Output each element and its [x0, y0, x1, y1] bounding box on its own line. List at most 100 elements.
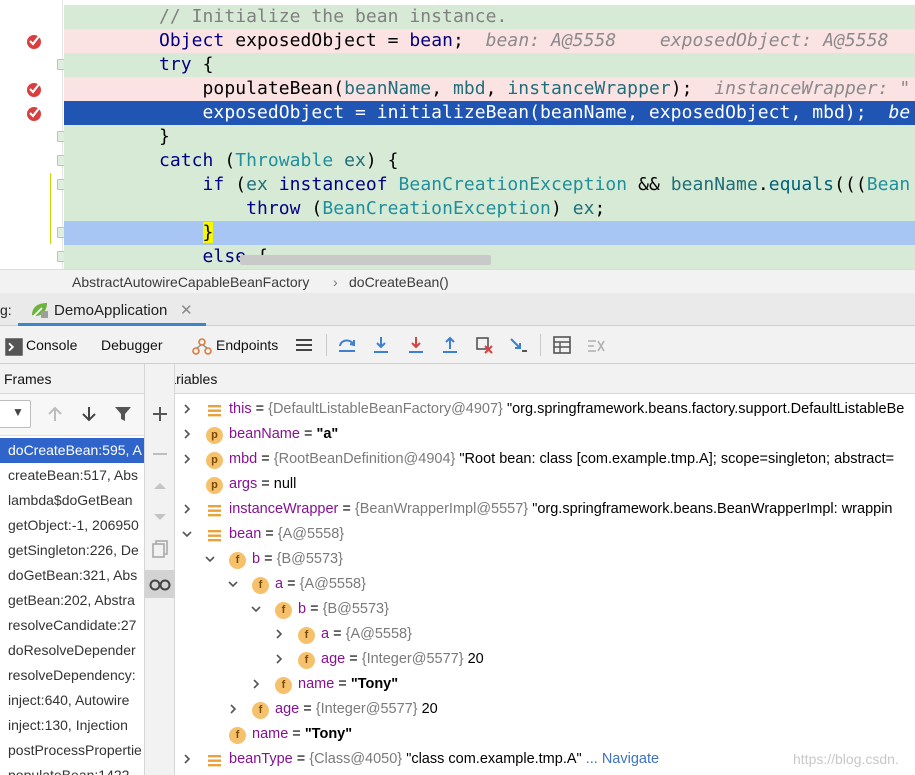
breadcrumb-method[interactable]: doCreateBean() [349, 274, 449, 290]
code-line[interactable]: Object exposedObject = bean; bean: A@555… [0, 29, 915, 53]
frame-item[interactable]: getObject:-1, 206950 [0, 513, 144, 538]
frame-item[interactable]: doResolveDepender [0, 638, 144, 663]
frame-item[interactable]: doCreateBean:595, A [0, 438, 144, 463]
variable-row[interactable]: f age = {Integer@5577} 20 [175, 698, 915, 723]
chevron-right-icon[interactable] [273, 653, 285, 665]
code-line[interactable]: throw (BeanCreationException) ex; [0, 197, 915, 221]
chevron-right-icon[interactable] [181, 453, 193, 465]
tab-debugger[interactable]: Debugger [86, 326, 178, 364]
thread-dropdown[interactable]: ▼ [0, 400, 31, 428]
tab-console[interactable]: Console [0, 326, 86, 364]
frame-item[interactable]: getBean:202, Abstra [0, 588, 144, 613]
remove-watch-icon[interactable] [150, 444, 170, 464]
variable-row[interactable]: fb = {B@5573} [175, 548, 915, 573]
variable-row[interactable]: instanceWrapper = {BeanWrapperImpl@5557}… [175, 498, 915, 523]
evaluate-expression-icon[interactable] [552, 335, 572, 355]
variable-row[interactable]: fa = {A@5558} [175, 623, 915, 648]
frame-item[interactable]: resolveCandidate:27 [0, 613, 144, 638]
code-line-text: exposedObject = initializeBean(beanName,… [159, 102, 911, 124]
code-line-text: Object exposedObject = bean; bean: A@555… [159, 30, 888, 52]
tab-endpoints[interactable]: Endpoints [185, 326, 285, 364]
variable-equals: = [329, 626, 346, 642]
chevron-right-icon[interactable] [227, 703, 239, 715]
variable-row[interactable]: fa = {A@5558} [175, 573, 915, 598]
chevron-right-icon[interactable] [273, 628, 285, 640]
step-over-icon[interactable] [337, 335, 357, 355]
variable-row[interactable]: f name = "Tony" [175, 723, 915, 748]
variable-row[interactable]: f age = {Integer@5577} 20 [175, 648, 915, 673]
variable-reference: {Class@4050} [309, 751, 407, 767]
spring-boot-icon [32, 303, 48, 318]
chevron-down-icon[interactable] [250, 603, 262, 615]
variable-row[interactable]: fb = {B@5573} [175, 598, 915, 623]
toolbar-separator [540, 334, 541, 356]
arrow-down-icon[interactable] [80, 405, 98, 423]
code-line-text: catch (Throwable ex) { [159, 150, 399, 172]
variable-value: "Tony" [304, 726, 353, 742]
frame-item[interactable]: lambda$doGetBean [0, 488, 144, 513]
close-icon[interactable]: ✕ [180, 301, 193, 319]
frame-label: doResolveDepender [8, 642, 136, 658]
step-into-icon[interactable] [371, 335, 391, 355]
variable-row[interactable]: bean = {A@5558} [175, 523, 915, 548]
chevron-down-icon[interactable] [227, 578, 239, 590]
code-line[interactable]: exposedObject = initializeBean(beanName,… [0, 101, 915, 125]
chevron-right-icon[interactable] [181, 403, 193, 415]
variable-row[interactable]: p mbd = {RootBeanDefinition@4904} "Root b… [175, 448, 915, 473]
drop-frame-icon[interactable] [474, 335, 494, 355]
code-token: ( [224, 150, 236, 171]
chevron-down-icon[interactable] [204, 553, 216, 565]
toolbar-separator [326, 334, 327, 356]
chevron-right-icon[interactable] [181, 428, 193, 440]
variable-text: beanName = "a" [229, 426, 338, 442]
frame-item[interactable]: inject:640, Autowire [0, 688, 144, 713]
frame-item[interactable]: getSingleton:226, De [0, 538, 144, 563]
code-line[interactable]: } [0, 125, 915, 149]
frame-item[interactable]: createBean:517, Abs [0, 463, 144, 488]
code-token: ((( [834, 174, 867, 195]
frame-label: getSingleton:226, De [8, 542, 139, 558]
navigate-link[interactable]: ... Navigate [582, 751, 659, 767]
chevron-right-icon[interactable] [181, 753, 193, 765]
variable-row[interactable]: f name = "Tony" [175, 673, 915, 698]
variable-row[interactable]: p beanName = "a" [175, 423, 915, 448]
code-line[interactable]: if (ex instanceof BeanCreationException … [0, 173, 915, 197]
frame-item[interactable]: doGetBean:321, Abs [0, 563, 144, 588]
variable-equals: = [288, 726, 305, 742]
copy-icon[interactable] [150, 539, 170, 559]
force-step-into-icon[interactable] [406, 335, 426, 355]
variable-reference: {Integer@5577} [361, 651, 468, 667]
breadcrumb: AbstractAutowireCapableBeanFactory › doC… [0, 269, 915, 293]
horizontal-scrollbar[interactable] [240, 255, 491, 265]
move-up-icon[interactable] [150, 476, 170, 496]
frame-item[interactable]: inject:130, Injection [0, 713, 144, 738]
run-to-cursor-icon[interactable] [508, 335, 528, 355]
variable-equals: = [261, 526, 278, 542]
chevron-right-icon[interactable] [181, 503, 193, 515]
breadcrumb-class[interactable]: AbstractAutowireCapableBeanFactory [72, 274, 309, 290]
show-watches-toggle[interactable] [145, 570, 175, 598]
chevron-right-icon[interactable] [250, 678, 262, 690]
code-line[interactable]: catch (Throwable ex) { [0, 149, 915, 173]
code-line[interactable]: try { [0, 53, 915, 77]
arrow-up-icon[interactable] [46, 405, 64, 423]
variable-text: beanType = {Class@4050} "class com.examp… [229, 751, 659, 767]
menu-icon[interactable] [294, 335, 314, 355]
trace-stream-icon[interactable] [586, 335, 606, 355]
step-out-icon[interactable] [440, 335, 460, 355]
code-line[interactable]: populateBean(beanName, mbd, instanceWrap… [0, 77, 915, 101]
chevron-down-icon[interactable] [181, 528, 193, 540]
add-watch-icon[interactable] [150, 404, 170, 424]
variable-row[interactable]: p args = null [175, 473, 915, 498]
frame-item[interactable]: resolveDependency: [0, 663, 144, 688]
code-line[interactable]: // Initialize the bean instance. [0, 5, 915, 29]
code-editor[interactable]: // Initialize the bean instance. Object e… [0, 0, 915, 269]
variable-name: b [252, 551, 261, 567]
run-tab-demoapplication[interactable]: DemoApplication ✕ [18, 293, 206, 326]
frame-item[interactable]: populateBean:1422 [0, 763, 144, 775]
move-down-icon[interactable] [150, 507, 170, 527]
frame-item[interactable]: postProcessPropertie [0, 738, 144, 763]
variable-row[interactable]: this = {DefaultListableBeanFactory@4907}… [175, 398, 915, 423]
code-line[interactable]: } [0, 221, 915, 245]
filter-icon[interactable] [114, 405, 132, 423]
